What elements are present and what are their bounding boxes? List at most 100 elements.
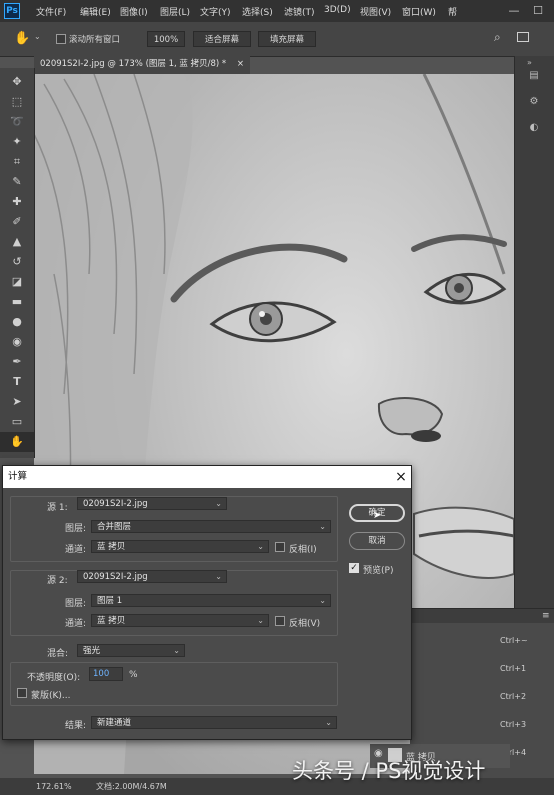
menu-view[interactable]: 视图(V) [360, 5, 391, 18]
dialog-title: 计算 [3, 466, 411, 488]
menu-file[interactable]: 文件(F) [36, 5, 66, 18]
menu-edit[interactable]: 编辑(E) [80, 5, 111, 18]
preview-checkbox[interactable]: ✓ [349, 563, 359, 573]
source2-channel-select[interactable]: 蓝 拷贝 ⌄ [91, 614, 269, 627]
dodge-tool-icon[interactable]: ◉ [0, 332, 34, 352]
source2-file-value: 02091S2I-2.jpg [83, 572, 148, 582]
zoom-100-button[interactable]: 100% [147, 31, 185, 47]
eyedropper-tool-icon[interactable]: ✎ [0, 172, 34, 192]
collapse-icon[interactable]: » [527, 58, 532, 67]
source2-channel-label: 通道: [65, 619, 87, 629]
photoshop-logo: Ps [4, 3, 20, 19]
mask-label[interactable]: 蒙版(K)... [31, 688, 71, 701]
healing-brush-tool-icon[interactable]: ✚ [0, 192, 34, 212]
magic-wand-tool-icon[interactable]: ✦ [0, 132, 34, 152]
tool-bar: ✥ ⬚ ➰ ✦ ⌗ ✎ ✚ ✐ ▲ ↺ ◪ ▬ ● ◉ ✒ T ➤ ▭ ✋ [0, 68, 35, 458]
result-select[interactable]: 新建通道 ⌄ [91, 716, 337, 729]
chevron-down-icon: ⌄ [325, 718, 332, 727]
move-tool-icon[interactable]: ✥ [0, 72, 34, 92]
pen-tool-icon[interactable]: ✒ [0, 352, 34, 372]
menu-image[interactable]: 图像(I) [120, 5, 148, 18]
blending-mode-select[interactable]: 强光 ⌄ [77, 644, 185, 657]
options-bar: ✋ ⌄ 滚动所有窗口 100% 适合屏幕 填充屏幕 ⌕ [0, 22, 554, 57]
crop-tool-icon[interactable]: ⌗ [0, 152, 34, 172]
history-brush-tool-icon[interactable]: ↺ [0, 252, 34, 272]
source1-file-select[interactable]: 02091S2I-2.jpg ⌄ [77, 497, 227, 510]
channel-shortcut-green: Ctrl+2 [500, 692, 527, 701]
document-info: 文档:2.00M/4.67M [96, 782, 167, 791]
source1-layer-select[interactable]: 合并图层 ⌄ [91, 520, 331, 533]
channels-panel-header [410, 609, 554, 623]
clone-stamp-tool-icon[interactable]: ▲ [0, 232, 34, 252]
marquee-tool-icon[interactable]: ⬚ [0, 92, 34, 112]
zoom-readout[interactable]: 172.61% [36, 778, 72, 795]
hand-tool-icon[interactable]: ✋ [14, 30, 32, 48]
right-panel-dock: » ▤ ⚙ ◐ [514, 56, 554, 616]
menu-window[interactable]: 窗口(W) [402, 5, 436, 18]
hand-tool-icon[interactable]: ✋ [0, 432, 34, 452]
result-value: 新建通道 [97, 718, 132, 728]
maximize-button[interactable]: ☐ [530, 3, 546, 19]
source2-channel-value: 蓝 拷贝 [97, 616, 126, 626]
document-tab-close-icon[interactable]: × [237, 54, 244, 74]
menu-filter[interactable]: 滤镜(T) [284, 5, 315, 18]
source1-invert-checkbox[interactable] [275, 542, 285, 552]
source2-file-select[interactable]: 02091S2I-2.jpg ⌄ [77, 570, 227, 583]
menu-3d[interactable]: 3D(D) [324, 5, 351, 15]
result-label: 结果: [65, 721, 87, 731]
properties-panel-icon[interactable]: ⚙ [525, 96, 543, 110]
fit-screen-button[interactable]: 适合屏幕 [193, 31, 251, 47]
channel-shortcut-blue: Ctrl+3 [500, 720, 527, 729]
chevron-down-icon: ⌄ [319, 596, 326, 605]
channel-shortcut-rgb: Ctrl+~ [500, 636, 528, 645]
source2-layer-label: 图层: [65, 599, 87, 609]
minimize-button[interactable]: — [506, 3, 522, 19]
search-icon[interactable]: ⌕ [494, 30, 501, 45]
chevron-down-icon: ⌄ [257, 616, 264, 625]
close-icon[interactable]: × [391, 466, 411, 488]
menu-help[interactable]: 帮 [448, 5, 457, 18]
blur-tool-icon[interactable]: ● [0, 312, 34, 332]
mask-checkbox[interactable] [17, 688, 27, 698]
opacity-input[interactable]: 100 [89, 667, 123, 681]
blending-label: 混合: [47, 649, 69, 659]
menu-layer[interactable]: 图层(L) [160, 5, 190, 18]
scroll-all-label: 滚动所有窗口 [69, 35, 121, 45]
source2-layer-select[interactable]: 图层 1 ⌄ [91, 594, 331, 607]
adjustments-panel-icon[interactable]: ◐ [525, 122, 543, 136]
type-tool-icon[interactable]: T [0, 372, 34, 392]
source1-invert-label: 反相(I) [289, 545, 317, 555]
brush-tool-icon[interactable]: ✐ [0, 212, 34, 232]
source2-layer-value: 图层 1 [97, 596, 123, 606]
scroll-all-checkbox[interactable] [56, 34, 66, 44]
source2-label: 源 2: [47, 576, 68, 586]
blending-mode-value: 强光 [83, 646, 101, 656]
panel-menu-icon[interactable]: ≡ [542, 611, 550, 621]
menu-type[interactable]: 文字(Y) [200, 5, 231, 18]
opacity-unit: % [129, 670, 138, 680]
mouse-cursor-icon: ➤ [373, 510, 382, 521]
history-panel-icon[interactable]: ▤ [525, 70, 543, 84]
lasso-tool-icon[interactable]: ➰ [0, 112, 34, 132]
source2-invert-checkbox[interactable] [275, 616, 285, 626]
source1-label: 源 1: [47, 503, 68, 513]
fill-screen-button[interactable]: 填充屏幕 [258, 31, 316, 47]
chevron-down-icon: ⌄ [257, 542, 264, 551]
cancel-button[interactable]: 取消 [349, 532, 405, 550]
chevron-down-icon[interactable]: ⌄ [34, 32, 41, 41]
watermark: 头条号 / PS视觉设计 [292, 759, 486, 783]
source1-channel-select[interactable]: 蓝 拷贝 ⌄ [91, 540, 269, 553]
channel-shortcut-red: Ctrl+1 [500, 664, 527, 673]
path-selection-tool-icon[interactable]: ➤ [0, 392, 34, 412]
opacity-label: 不透明度(O): [27, 673, 81, 683]
eraser-tool-icon[interactable]: ◪ [0, 272, 34, 292]
rectangle-tool-icon[interactable]: ▭ [0, 412, 34, 432]
chevron-down-icon: ⌄ [319, 522, 326, 531]
source1-layer-value: 合并图层 [97, 522, 132, 532]
menu-select[interactable]: 选择(S) [242, 5, 273, 18]
workspace-icon[interactable] [517, 32, 529, 42]
gradient-tool-icon[interactable]: ▬ [0, 292, 34, 312]
document-tab[interactable]: 02091S2I-2.jpg @ 173% (图层 1, 蓝 拷贝/8) * × [34, 54, 250, 74]
chevron-down-icon: ⌄ [173, 646, 180, 655]
source1-file-value: 02091S2I-2.jpg [83, 499, 148, 509]
